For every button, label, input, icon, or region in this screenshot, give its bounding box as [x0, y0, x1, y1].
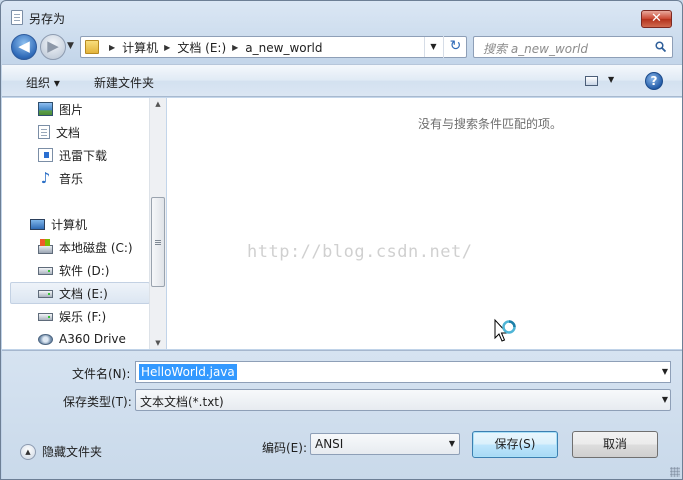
- chevron-down-icon: ▼: [448, 439, 455, 448]
- nav-item-drive-e[interactable]: 文档 (E:): [10, 282, 150, 304]
- breadcrumb-current-folder[interactable]: a_new_world: [245, 41, 322, 55]
- breadcrumb-separator[interactable]: ▶: [232, 43, 238, 52]
- search-icon[interactable]: [655, 41, 666, 52]
- forward-button[interactable]: ▶: [40, 34, 66, 60]
- filetype-label: 保存类型(T):: [63, 395, 132, 409]
- change-view-icon[interactable]: [585, 76, 598, 86]
- command-bar: 组织 ▾ 新建文件夹 ▼ ?: [2, 64, 682, 97]
- nav-item-documents[interactable]: 文档: [38, 121, 80, 143]
- resize-grip-icon[interactable]: [670, 467, 680, 477]
- watermark: http://blog.csdn.net/: [247, 242, 473, 262]
- nav-item-label: 软件 (D:): [59, 263, 110, 278]
- cloud-drive-icon: [38, 333, 53, 345]
- breadcrumb-separator[interactable]: ▶: [164, 43, 170, 52]
- chevron-up-icon: ▲: [20, 443, 36, 460]
- system-drive-icon: [38, 238, 53, 254]
- filename-value[interactable]: HelloWorld.java: [139, 364, 237, 380]
- filename-label: 文件名(N):: [72, 367, 131, 381]
- nav-item-music[interactable]: ♪ 音乐: [38, 167, 83, 189]
- help-icon[interactable]: ?: [645, 72, 663, 90]
- nav-item-drive-f[interactable]: 娱乐 (F:): [38, 305, 106, 327]
- drive-icon: [38, 313, 53, 321]
- save-button[interactable]: 保存(S): [472, 431, 558, 458]
- save-form: 文件名(N): HelloWorld.java ▼ 保存类型(T): 文本文档(…: [2, 350, 682, 479]
- close-button[interactable]: ✕: [641, 10, 672, 28]
- computer-icon: [30, 218, 45, 230]
- encoding-label: 编码(E):: [262, 441, 307, 455]
- organize-button[interactable]: 组织 ▾: [26, 74, 60, 91]
- breadcrumb-separator[interactable]: ▶: [109, 43, 115, 52]
- nav-item-drive-d[interactable]: 软件 (D:): [38, 259, 109, 281]
- breadcrumb: ▶ 计算机 ▶ 文档 (E:) ▶ a_new_world: [103, 39, 323, 56]
- file-list[interactable]: 没有与搜索条件匹配的项。 http://blog.csdn.net/: [167, 98, 682, 349]
- filetype-select[interactable]: 文本文档(*.txt) ▼: [135, 389, 671, 411]
- nav-item-label: A360 Drive: [59, 332, 126, 346]
- window-title: 另存为: [29, 12, 66, 26]
- nav-item-label: 娱乐 (F:): [59, 309, 107, 324]
- scroll-up-button[interactable]: ▲: [150, 98, 166, 110]
- filename-field[interactable]: HelloWorld.java ▼: [135, 361, 671, 383]
- empty-results-message: 没有与搜索条件匹配的项。: [417, 117, 562, 131]
- scroll-thumb[interactable]: [151, 197, 165, 287]
- grip-icon: [155, 240, 161, 241]
- pictures-icon: [38, 102, 53, 116]
- nav-item-drive-c[interactable]: 本地磁盘 (C:): [38, 236, 133, 258]
- nav-item-a360-drive[interactable]: A360 Drive: [38, 328, 126, 349]
- nav-pane-scrollbar[interactable]: ▲ ▼: [149, 98, 166, 349]
- encoding-select[interactable]: ANSI ▼: [310, 433, 460, 455]
- breadcrumb-computer[interactable]: 计算机: [122, 39, 158, 56]
- nav-item-label: 文档: [56, 125, 81, 140]
- drive-icon: [38, 290, 53, 298]
- address-bar[interactable]: ▶ 计算机 ▶ 文档 (E:) ▶ a_new_world ▼: [80, 36, 467, 58]
- cancel-button[interactable]: 取消: [572, 431, 658, 458]
- busy-cursor-icon: [494, 318, 516, 342]
- nav-item-label: 音乐: [59, 171, 84, 186]
- breadcrumb-drive-e[interactable]: 文档 (E:): [177, 39, 226, 56]
- view-options-dropdown[interactable]: ▼: [608, 75, 614, 84]
- recent-locations-dropdown[interactable]: ▼: [67, 41, 74, 51]
- navigation-pane: 图片 文档 迅雷下载 ♪ 音乐 计算机 本地磁盘 (C:) 软件 (D:) 文档: [2, 98, 166, 349]
- download-folder-icon: [38, 148, 53, 162]
- back-button[interactable]: ◀: [11, 34, 37, 60]
- nav-item-label: 图片: [59, 102, 84, 117]
- new-folder-button[interactable]: 新建文件夹: [94, 74, 154, 91]
- documents-icon: [38, 125, 50, 139]
- encoding-value: ANSI: [315, 437, 344, 451]
- nav-item-label: 迅雷下载: [59, 148, 108, 163]
- nav-item-xunlei-downloads[interactable]: 迅雷下载: [38, 144, 107, 166]
- nav-item-computer[interactable]: 计算机: [30, 213, 87, 235]
- save-as-dialog: 另存为 ✕ ◀ ▶ ▼ ▶ 计算机 ▶ 文档 (E:) ▶ a_new_worl…: [0, 0, 683, 480]
- folder-icon: [85, 40, 99, 54]
- hide-folders-button[interactable]: ▲ 隐藏文件夹: [20, 443, 102, 460]
- address-dropdown-button[interactable]: ▼: [424, 37, 442, 57]
- search-placeholder: 搜索 a_new_world: [483, 42, 589, 56]
- title-bar[interactable]: 另存为 ✕: [1, 1, 682, 33]
- hide-folders-label: 隐藏文件夹: [42, 445, 103, 459]
- nav-item-label: 本地磁盘 (C:): [59, 240, 133, 255]
- nav-item-label: 文档 (E:): [59, 286, 108, 301]
- filetype-value: 文本文档(*.txt): [140, 395, 224, 409]
- drive-icon: [38, 267, 53, 275]
- nav-item-label: 计算机: [51, 217, 88, 232]
- notepad-icon: [11, 10, 23, 25]
- music-icon: ♪: [40, 169, 51, 187]
- refresh-button[interactable]: ↻: [443, 36, 467, 58]
- search-input[interactable]: 搜索 a_new_world: [473, 36, 673, 58]
- filename-history-dropdown[interactable]: ▼: [662, 367, 668, 376]
- scroll-down-button[interactable]: ▼: [150, 337, 166, 349]
- chevron-down-icon: ▼: [661, 395, 668, 404]
- nav-item-pictures[interactable]: 图片: [38, 98, 83, 120]
